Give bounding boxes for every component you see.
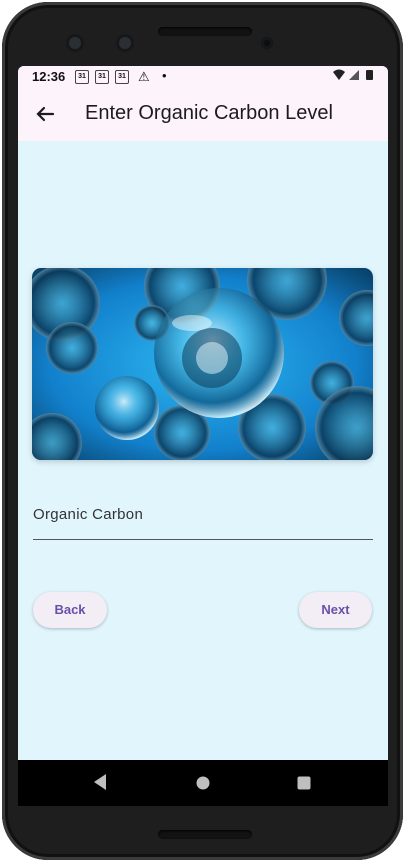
next-button[interactable]: Next [299,592,372,628]
field-underline [33,539,373,540]
back-button[interactable]: Back [33,592,107,628]
status-time: 12:36 [32,69,66,84]
hero-image [32,268,373,460]
sensor-icon [261,37,273,49]
camera-icon [116,34,134,52]
arrow-left-icon[interactable] [32,101,58,127]
organic-carbon-input[interactable] [33,521,377,541]
page-title: Enter Organic Carbon Level [85,102,333,124]
app-screen: 12:36 31 31 31 ⚠ • Enter Organic Carbon … [18,66,388,806]
signal-icon [349,70,359,80]
calendar-icon: 31 [75,70,89,84]
app-bar: Enter Organic Carbon Level [18,88,388,141]
calendar-icon: 31 [115,70,129,84]
wifi-icon [333,69,345,80]
status-bar: 12:36 31 31 31 ⚠ • [18,66,388,88]
calendar-icon: 31 [95,70,109,84]
camera-icon [66,34,84,52]
system-navigation-bar [18,760,388,806]
bottom-speaker-grille [158,830,252,839]
speaker-grille [158,27,252,36]
square-recents-icon[interactable] [297,776,311,795]
notification-dot: • [162,68,167,83]
system-icons [332,69,376,84]
warning-icon: ⚠ [138,69,150,84]
battery-icon [366,70,373,80]
triangle-back-icon[interactable] [92,773,108,796]
circle-home-icon[interactable] [196,776,210,795]
